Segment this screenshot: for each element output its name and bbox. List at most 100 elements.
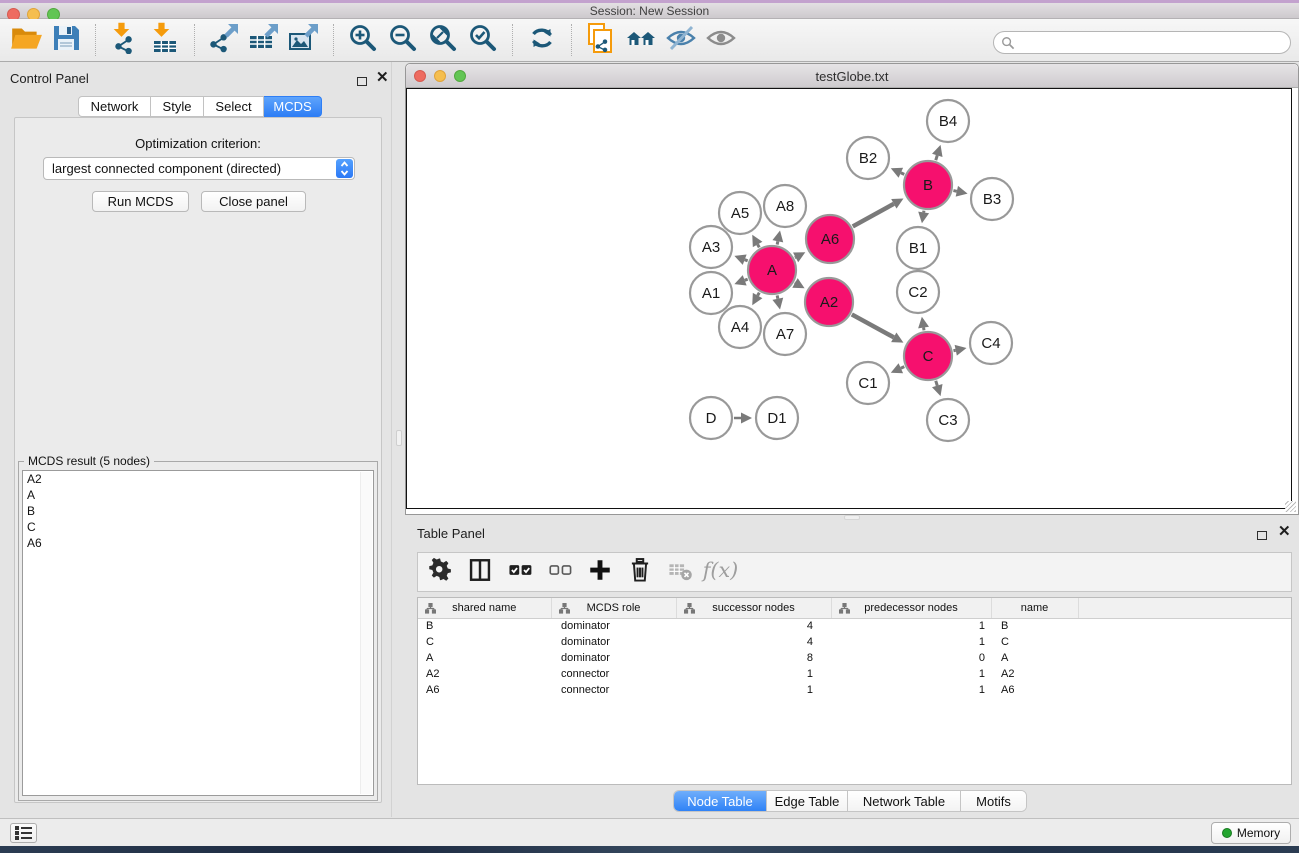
graph-edge-A-A8[interactable] [772, 230, 783, 244]
tab-style[interactable]: Style [151, 96, 204, 117]
table-cell[interactable]: 0 [831, 650, 991, 666]
table-cell[interactable]: dominator [551, 618, 676, 634]
mcds-result-item[interactable]: C [23, 519, 373, 535]
table-panel-float-icon[interactable] [1257, 527, 1267, 545]
table-cell[interactable]: connector [551, 682, 676, 698]
table-row[interactable]: A6connector11A6 [418, 682, 1291, 698]
table-cell[interactable]: A [418, 650, 551, 666]
tab-mcds[interactable]: MCDS [264, 96, 322, 117]
table-row[interactable]: Bdominator41B [418, 618, 1291, 634]
memory-button[interactable]: Memory [1211, 822, 1291, 844]
table-cell[interactable]: 1 [831, 682, 991, 698]
graph-edge-B-B4[interactable] [932, 145, 942, 160]
show-all-button[interactable] [701, 21, 741, 59]
show-columns-button[interactable] [466, 557, 494, 587]
search-input[interactable] [1019, 34, 1290, 52]
table-cell[interactable]: B [991, 618, 1078, 634]
table-cell[interactable]: C [991, 634, 1078, 650]
window-resize-grip[interactable] [1285, 501, 1296, 512]
tab-select[interactable]: Select [204, 96, 264, 117]
graph-node-A1[interactable]: A1 [690, 272, 732, 314]
table-cell[interactable]: 4 [676, 618, 831, 634]
tab-motifs[interactable]: Motifs [961, 791, 1026, 811]
mcds-result-list[interactable]: A2ABCA6 [22, 470, 374, 796]
table-cell[interactable]: 8 [676, 650, 831, 666]
save-session-button[interactable] [46, 21, 86, 59]
search-box[interactable] [993, 31, 1291, 54]
optimization-select[interactable]: largest connected component (directed) [43, 157, 355, 180]
table-row[interactable]: Cdominator41C [418, 634, 1291, 650]
tab-edge-table[interactable]: Edge Table [767, 791, 848, 811]
function-builder-button[interactable]: f(x) [706, 557, 734, 587]
export-image-button[interactable] [284, 21, 324, 59]
delete-table-button[interactable] [666, 557, 694, 587]
first-neighbors-of-selected-button[interactable] [621, 21, 661, 59]
graph-edge-A-A1[interactable] [734, 275, 747, 285]
table-row[interactable]: A2connector11A2 [418, 666, 1291, 682]
graph-edge-A-A4[interactable] [752, 293, 762, 306]
graph-node-C1[interactable]: C1 [847, 362, 889, 404]
table-panel-close-icon[interactable]: ✕ [1278, 527, 1291, 537]
graph-edge-B-B3[interactable] [953, 186, 967, 197]
graph-edge-A-A5[interactable] [752, 235, 762, 248]
vertical-splitter-handle[interactable] [396, 430, 402, 446]
hide-selected-button[interactable] [661, 21, 701, 59]
table-cell[interactable]: A2 [418, 666, 551, 682]
import-table-from-file-button[interactable] [145, 21, 185, 59]
create-new-column-button[interactable] [586, 557, 614, 587]
graph-edge-A-A3[interactable] [734, 255, 747, 265]
zoom-selected-region-button[interactable] [463, 21, 503, 59]
graph-node-B2[interactable]: B2 [847, 137, 889, 179]
graph-node-A8[interactable]: A8 [764, 185, 806, 227]
network-graph[interactable]: B4B2BB3A8A5A6A3B1AA1C2A2A4A7C4CC1C3DD1 [407, 89, 1291, 508]
graph-edge-C-C4[interactable] [953, 345, 966, 356]
mcds-result-item[interactable]: A [23, 487, 373, 503]
graph-node-A7[interactable]: A7 [764, 313, 806, 355]
mcds-result-item[interactable]: B [23, 503, 373, 519]
graph-node-A5[interactable]: A5 [719, 192, 761, 234]
table-cell[interactable]: 1 [831, 666, 991, 682]
open-session-file-button[interactable] [6, 21, 46, 59]
horizontal-splitter-handle[interactable] [844, 515, 860, 520]
network-canvas[interactable]: B4B2BB3A8A5A6A3B1AA1C2A2A4A7C4CC1C3DD1 [406, 88, 1292, 509]
column-header-successor-nodes[interactable]: successor nodes [676, 598, 831, 618]
graph-edge-C-C2[interactable] [918, 317, 929, 331]
graph-node-B1[interactable]: B1 [897, 227, 939, 269]
table-cell[interactable]: dominator [551, 634, 676, 650]
table-cell[interactable]: 1 [676, 666, 831, 682]
unselect-all-columns-button[interactable] [546, 557, 574, 587]
new-network-from-selection-button[interactable] [581, 21, 621, 59]
export-table-button[interactable] [244, 21, 284, 59]
graph-node-C[interactable]: C [904, 332, 952, 380]
graph-edge-B-B1[interactable] [918, 211, 929, 224]
graph-edge-C-C1[interactable] [891, 363, 904, 373]
graph-node-D[interactable]: D [690, 397, 732, 439]
graph-node-B[interactable]: B [904, 161, 952, 209]
tab-network[interactable]: Network [78, 96, 151, 117]
export-network-button[interactable] [204, 21, 244, 59]
tab-network-table[interactable]: Network Table [848, 791, 961, 811]
zoom-fit-content-button[interactable] [423, 21, 463, 59]
mcds-result-item[interactable]: A2 [23, 471, 373, 487]
graph-node-A6[interactable]: A6 [806, 215, 854, 263]
table-cell[interactable]: B [418, 618, 551, 634]
panel-chooser-button[interactable] [10, 823, 37, 843]
graph-edge-A6-B[interactable] [853, 199, 904, 227]
import-network-from-file-button[interactable] [105, 21, 145, 59]
control-panel-close-icon[interactable]: ✕ [376, 73, 389, 83]
zoom-out-button[interactable] [383, 21, 423, 59]
refresh-network-view-button[interactable] [522, 21, 562, 59]
graph-node-A3[interactable]: A3 [690, 226, 732, 268]
table-cell[interactable]: 4 [676, 634, 831, 650]
graph-edge-A-A7[interactable] [772, 295, 783, 309]
mcds-result-item[interactable]: A6 [23, 535, 373, 551]
table-cell[interactable]: 1 [831, 618, 991, 634]
zoom-in-button[interactable] [343, 21, 383, 59]
column-header-shared-name[interactable]: shared name [418, 598, 551, 618]
table-settings-button[interactable] [426, 557, 454, 587]
mcds-list-scrollbar[interactable] [360, 472, 372, 794]
graph-node-B3[interactable]: B3 [971, 178, 1013, 220]
graph-edge-D-D1[interactable] [734, 413, 752, 424]
control-panel-float-icon[interactable] [357, 73, 367, 91]
table-cell[interactable]: A [991, 650, 1078, 666]
